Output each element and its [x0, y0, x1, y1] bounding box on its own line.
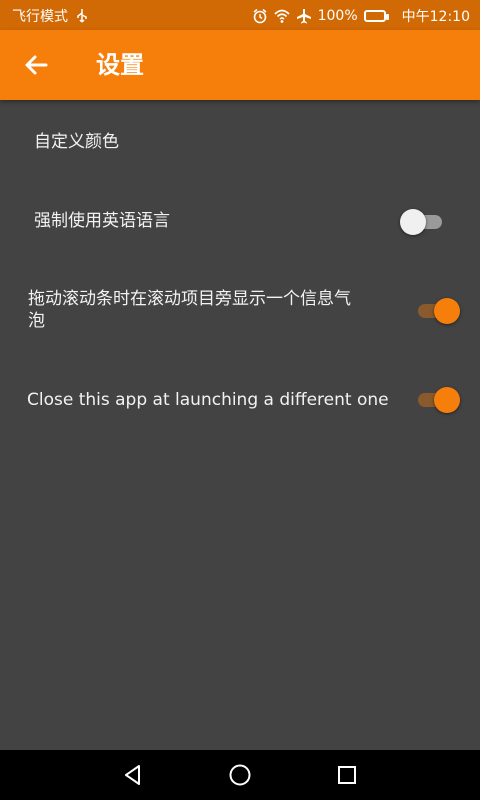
airplane-icon [296, 9, 311, 24]
battery-percent: 100% [317, 8, 358, 24]
close-app-toggle[interactable] [416, 385, 460, 413]
status-right: 100% 中午12:10 [252, 6, 470, 26]
usb-icon [77, 9, 87, 23]
page-title: 设置 [96, 51, 144, 79]
setting-label: 自定义颜色 [34, 132, 119, 152]
setting-label: 拖动滚动条时在滚动项目旁显示一个信息气 [28, 289, 351, 309]
force-english-toggle[interactable] [400, 207, 444, 235]
status-left: 飞行模式 [12, 6, 90, 26]
toggle-thumb [400, 209, 426, 235]
setting-force-english[interactable]: 强制使用英语语言 [0, 200, 480, 250]
status-time: 中午12:10 [401, 9, 470, 25]
alarm-icon [253, 8, 267, 24]
triangle-back-icon[interactable] [121, 763, 145, 787]
square-recents-icon[interactable] [335, 763, 359, 787]
app-bar: 设置 [0, 30, 480, 100]
status-bar: 飞行模式 100% 中午12:10 [0, 0, 480, 30]
circle-home-icon[interactable] [228, 763, 252, 787]
airplane-mode-label: 飞行模式 [12, 9, 68, 25]
scrollbar-bubble-toggle[interactable] [416, 296, 460, 324]
setting-label: 强制使用英语语言 [34, 211, 170, 231]
arrow-left-icon[interactable] [20, 48, 54, 82]
setting-scrollbar-bubble[interactable]: 拖动滚动条时在滚动项目旁显示一个信息气 泡 [0, 280, 480, 340]
wifi-icon [274, 9, 290, 23]
setting-label: Close this app at launching a different … [27, 390, 389, 410]
navigation-bar [0, 750, 480, 800]
battery-charging-icon [363, 10, 389, 22]
setting-custom-color[interactable]: 自定义颜色 [0, 120, 480, 170]
setting-label: 泡 [28, 311, 45, 331]
toggle-thumb [434, 298, 460, 324]
setting-close-app[interactable]: Close this app at launching a different … [0, 375, 480, 425]
toggle-thumb [434, 387, 460, 413]
